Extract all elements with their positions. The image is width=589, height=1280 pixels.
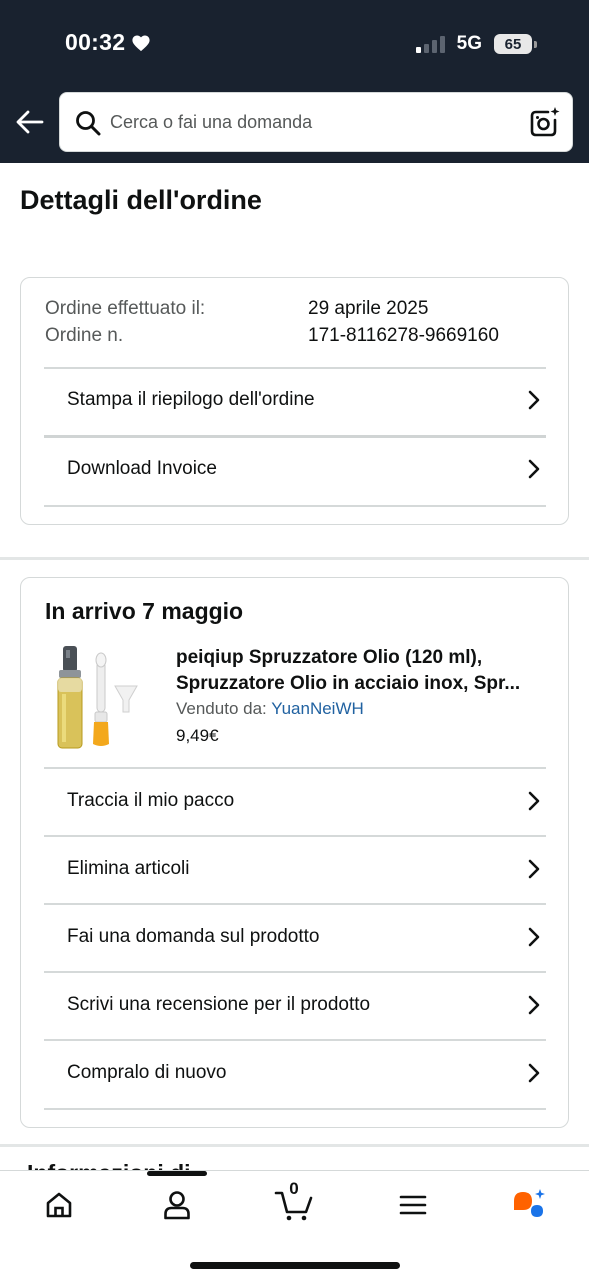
chevron-right-icon xyxy=(528,859,540,879)
section-separator xyxy=(0,1144,589,1147)
battery-icon: 65 xyxy=(494,34,537,54)
divider xyxy=(44,1108,546,1110)
order-summary-card: Ordine effettuato il: 29 aprile 2025 Ord… xyxy=(20,277,569,525)
heart-icon xyxy=(132,34,150,51)
product-image[interactable] xyxy=(55,642,145,754)
camera-search-icon[interactable] xyxy=(528,106,560,138)
back-arrow-icon[interactable] xyxy=(14,106,46,138)
order-date-label: Ordine effettuato il: xyxy=(45,298,206,319)
print-summary-label: Stampa il riepilogo dell'ordine xyxy=(67,389,315,410)
download-invoice-label: Download Invoice xyxy=(67,458,217,479)
order-date-value: 29 aprile 2025 xyxy=(308,298,429,319)
signal-icon xyxy=(415,35,445,53)
cart-count: 0 xyxy=(289,1179,299,1198)
search-bar[interactable] xyxy=(59,92,573,152)
arrival-date: In arrivo 7 maggio xyxy=(45,598,244,624)
search-input[interactable] xyxy=(110,93,520,151)
ask-question-row[interactable]: Fai una domanda sul prodotto xyxy=(44,903,546,971)
seller-label: Venduto da: xyxy=(176,699,267,718)
network-type: 5G xyxy=(456,33,482,54)
product-title-line1: peiqiup Spruzzatore Olio (120 ml), xyxy=(176,647,483,668)
tab-home[interactable] xyxy=(29,1185,89,1225)
account-icon xyxy=(164,1191,190,1220)
menu-icon xyxy=(399,1195,427,1215)
track-package-row[interactable]: Traccia il mio pacco xyxy=(44,767,546,835)
rufus-icon xyxy=(514,1189,545,1217)
write-review-row[interactable]: Scrivi una recensione per il prodotto xyxy=(44,971,546,1039)
section-separator xyxy=(0,557,589,560)
status-time-text: 00:32 xyxy=(65,29,126,55)
home-icon xyxy=(46,1192,72,1218)
remove-items-row[interactable]: Elimina articoli xyxy=(44,835,546,903)
page-title: Dettagli dell'ordine xyxy=(20,185,262,215)
chevron-right-icon xyxy=(528,390,540,410)
download-invoice-row[interactable]: Download Invoice xyxy=(44,435,546,503)
print-summary-row[interactable]: Stampa il riepilogo dell'ordine xyxy=(44,366,546,434)
chevron-right-icon xyxy=(528,927,540,947)
order-number-value: 171-8116278-9669160 xyxy=(308,325,499,346)
write-review-label: Scrivi una recensione per il prodotto xyxy=(67,994,371,1015)
order-number-label: Ordine n. xyxy=(45,325,124,346)
status-indicators: 5G 65 xyxy=(415,33,537,55)
chevron-right-icon xyxy=(528,791,540,811)
tab-account[interactable] xyxy=(147,1185,207,1225)
buy-again-row[interactable]: Compralo di nuovo xyxy=(44,1039,546,1107)
track-package-label: Traccia il mio pacco xyxy=(67,790,235,811)
tab-menu[interactable] xyxy=(383,1185,443,1225)
tab-rufus[interactable] xyxy=(499,1185,559,1225)
remove-items-label: Elimina articoli xyxy=(67,858,190,879)
battery-level: 65 xyxy=(494,34,532,54)
tab-cart[interactable]: 0 xyxy=(264,1179,324,1225)
chevron-right-icon xyxy=(528,1063,540,1083)
shipment-card: In arrivo 7 maggio peiqiup Spruzzatore O… xyxy=(20,577,569,1128)
product-title[interactable]: peiqiup Spruzzatore Olio (120 ml), Spruz… xyxy=(176,645,546,697)
top-bar: 00:32 5G 65 xyxy=(0,0,589,163)
divider xyxy=(44,505,546,507)
seller-info: Venduto da: YuanNeiWH xyxy=(176,699,364,719)
seller-link[interactable]: YuanNeiWH xyxy=(271,699,364,718)
ask-question-label: Fai una domanda sul prodotto xyxy=(67,926,320,947)
search-icon xyxy=(76,111,101,136)
chevron-right-icon xyxy=(528,459,540,479)
active-tab-indicator xyxy=(147,1171,207,1176)
home-indicator[interactable] xyxy=(190,1262,400,1269)
product-price: 9,49€ xyxy=(176,726,219,745)
product-title-line2: Spruzzatore Olio in acciaio inox, Spr... xyxy=(176,673,521,694)
chevron-right-icon xyxy=(528,995,540,1015)
buy-again-label: Compralo di nuovo xyxy=(67,1062,227,1083)
status-time: 00:32 xyxy=(65,29,151,56)
